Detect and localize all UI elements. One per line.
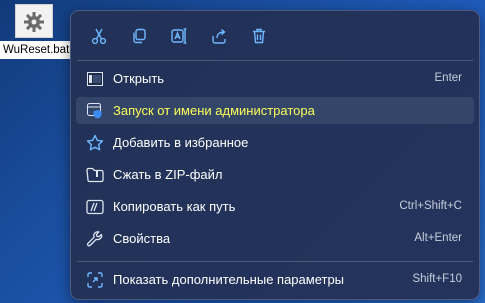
scissors-icon <box>91 28 107 45</box>
rename-icon <box>171 28 187 44</box>
cut-button[interactable] <box>79 21 119 51</box>
context-menu-toolbar <box>79 21 279 51</box>
menu-item-shortcut: Shift+F10 <box>412 273 462 285</box>
menu-item-label: Открыть <box>113 71 165 86</box>
menu-item-open[interactable]: Открыть Enter <box>76 65 474 92</box>
share-button[interactable] <box>199 21 239 51</box>
run-as-admin-icon <box>86 102 104 120</box>
menu-divider <box>77 261 473 262</box>
menu-item-label: Показать дополнительные параметры <box>113 272 345 287</box>
batch-gear-icon <box>15 4 53 38</box>
open-icon <box>86 70 104 88</box>
desktop-file-name: WuReset.bat <box>0 41 70 59</box>
rename-button[interactable] <box>159 21 199 51</box>
menu-item-run-as-admin[interactable]: Запуск от имени администратора <box>76 97 474 124</box>
menu-item-add-favorites[interactable]: Добавить в избранное <box>76 129 474 156</box>
desktop-file-wureset[interactable]: WuReset.bat <box>0 0 70 62</box>
menu-item-compress-zip[interactable]: Сжать в ZIP-файл <box>76 161 474 188</box>
wrench-icon <box>86 230 104 248</box>
copy-path-icon <box>86 198 104 216</box>
menu-item-show-more-options[interactable]: Показать дополнительные параметры Shift+… <box>76 266 474 293</box>
menu-item-shortcut: Ctrl+Shift+C <box>399 200 462 212</box>
menu-item-label: Запуск от имени администратора <box>113 103 315 118</box>
menu-divider <box>77 60 473 61</box>
star-icon <box>86 134 104 152</box>
more-options-icon <box>86 271 104 289</box>
share-icon <box>212 28 226 44</box>
menu-item-shortcut: Alt+Enter <box>414 232 462 244</box>
zip-folder-icon <box>86 166 104 184</box>
menu-item-label: Добавить в избранное <box>113 135 249 150</box>
context-menu: Открыть Enter Запуск от имени администра… <box>70 10 480 300</box>
menu-item-properties[interactable]: Свойства Alt+Enter <box>76 225 474 252</box>
delete-button[interactable] <box>239 21 279 51</box>
menu-item-label: Копировать как путь <box>113 199 236 214</box>
menu-item-label: Сжать в ZIP-файл <box>113 167 223 182</box>
menu-item-shortcut: Enter <box>434 72 463 84</box>
menu-item-copy-as-path[interactable]: Копировать как путь Ctrl+Shift+C <box>76 193 474 220</box>
menu-item-label: Свойства <box>113 231 171 246</box>
trash-icon <box>253 28 265 44</box>
copy-icon <box>133 28 146 44</box>
copy-button[interactable] <box>119 21 159 51</box>
